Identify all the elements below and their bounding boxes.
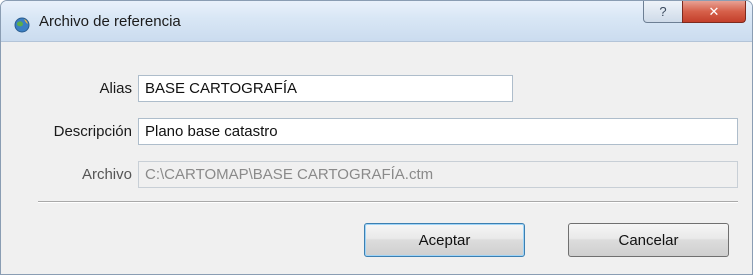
title-bar[interactable]: Archivo de referencia ? ✕: [1, 1, 752, 42]
help-icon: ?: [659, 4, 667, 19]
archivo-field: C:\CARTOMAP\BASE CARTOGRAFÍA.ctm: [138, 161, 738, 188]
cancel-button[interactable]: Cancelar: [568, 223, 729, 257]
descripcion-label: Descripción: [53, 123, 132, 140]
dialog-window: Archivo de referencia ? ✕ Alias BASE CAR…: [0, 0, 753, 275]
close-button[interactable]: ✕: [682, 1, 746, 23]
alias-label: Alias: [99, 80, 132, 97]
dialog-body: Alias BASE CARTOGRAFÍA Descripción Plano…: [1, 42, 752, 274]
accept-button[interactable]: Aceptar: [364, 223, 525, 257]
descripcion-field[interactable]: Plano base catastro: [138, 118, 738, 145]
window-title: Archivo de referencia: [39, 13, 181, 30]
archivo-label: Archivo: [81, 166, 132, 183]
globe-app-icon: [14, 17, 30, 33]
alias-field[interactable]: BASE CARTOGRAFÍA: [138, 75, 513, 102]
separator: [38, 201, 738, 203]
help-button[interactable]: ?: [643, 1, 683, 23]
close-icon: ✕: [708, 3, 720, 19]
